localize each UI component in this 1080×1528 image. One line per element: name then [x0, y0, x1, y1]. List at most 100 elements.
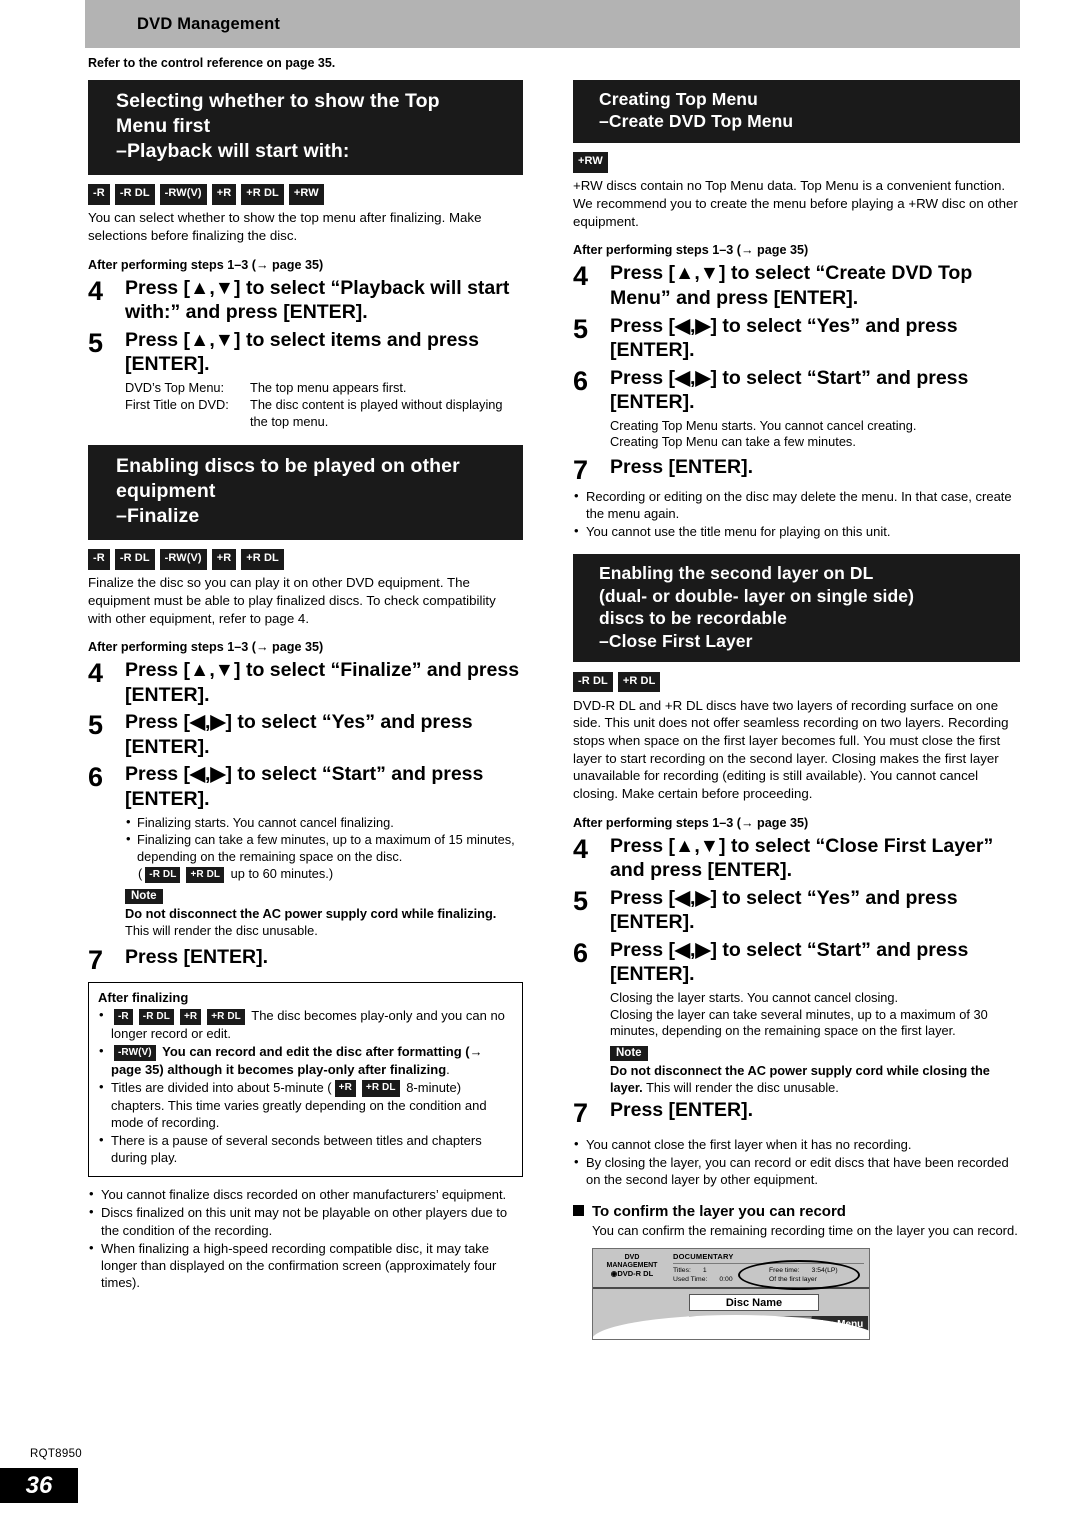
disc-badge-rw-v: -RW(V)	[114, 1044, 156, 1061]
heading-line-2: –Create DVD Top Menu	[599, 111, 794, 132]
step-definitions: DVD’s Top Menu: The top menu appears fir…	[125, 380, 523, 431]
heading-line-3: –Playback will start with:	[116, 139, 350, 162]
step-number: 7	[573, 455, 589, 486]
note-rest-text: This will render the disc unusable.	[642, 1079, 839, 1095]
step-number: 4	[88, 275, 104, 306]
step-item: 5 Press [◀,▶] to select “Yes” and press …	[573, 886, 1020, 935]
osd-mode-line1: DVD	[624, 1253, 640, 1261]
step6-notes: Finalizing starts. You cannot cancel fin…	[125, 814, 523, 940]
step6-sub-line-2: Creating Top Menu can take a few minutes…	[610, 434, 856, 450]
confirm-layer-body: You can confirm the remaining recording …	[592, 1222, 1018, 1238]
osd-title-text: DOCUMENTARY	[673, 1251, 734, 1261]
step-number: 7	[88, 945, 104, 976]
osd-used-time-label: Used Time:	[673, 1275, 708, 1283]
step-number: 4	[88, 658, 104, 689]
heading-line-2: (dual- or double- layer on single side)	[599, 585, 915, 606]
step-item: 4 Press [▲,▼] to select “Create DVD Top …	[573, 261, 1020, 310]
section-heading-close-first-layer: Enabling the second layer on DL (dual- o…	[573, 554, 1020, 663]
section-intro-text: DVD-R DL and +R DL discs have two layers…	[573, 697, 1009, 801]
disc-badge-plus-r-dl: +R DL	[207, 1008, 245, 1025]
bullet-item: You cannot use the title menu for playin…	[573, 522, 1020, 540]
step-text: Press [◀,▶] to select “Yes” and press [E…	[610, 314, 958, 362]
step-text: Press [▲,▼] to select “Playback will sta…	[125, 276, 510, 324]
dl-time-suffix: up to 60 minutes.)	[227, 866, 334, 882]
step-item: 7 Press [ENTER].	[88, 945, 523, 974]
page-number: 36	[0, 1468, 78, 1503]
heading-line-1: Enabling the second layer on DL	[599, 563, 874, 584]
step-number: 5	[573, 885, 589, 916]
left-column: Selecting whether to show the Top Menu f…	[88, 80, 523, 1292]
bullet-item: Finalizing starts. You cannot cancel fin…	[125, 814, 523, 832]
osd-used-time-value: 0:00	[719, 1275, 733, 1283]
bullet-item: Discs finalized on this unit may not be …	[88, 1203, 523, 1238]
step-item: 4 Press [▲,▼] to select “Finalize” and p…	[88, 658, 523, 707]
chapter-header-bar: DVD Management	[85, 0, 1020, 48]
disc-badge-row: -R -R DL -RW(V) +R +R DL	[88, 547, 523, 573]
box-title: After finalizing	[98, 990, 189, 1006]
step-number: 4	[573, 833, 589, 864]
step-text: Press [ENTER].	[610, 456, 754, 479]
subheading-text: To confirm the layer you can record	[592, 1202, 846, 1220]
step-item: 4 Press [▲,▼] to select “Playback will s…	[88, 276, 523, 325]
step-number: 7	[573, 1098, 589, 1129]
osd-disc-name-field[interactable]: Disc Name	[689, 1293, 819, 1311]
dl-time-note: (-R DL +R DL up to 60 minutes.)	[125, 866, 523, 884]
note-tag: Note	[610, 1045, 648, 1061]
step6-notes: Creating Top Menu starts. You cannot can…	[610, 418, 1020, 451]
right-column: Creating Top Menu –Create DVD Top Menu +…	[573, 80, 1020, 1340]
step-item: 7 Press [ENTER].	[573, 455, 1020, 484]
note-tag: Note	[125, 889, 163, 905]
step-text: Press [◀,▶] to select “Yes” and press [E…	[610, 886, 958, 934]
step-number: 5	[88, 710, 104, 741]
osd-disc-type-text: DVD-R DL	[617, 1269, 654, 1279]
after-finalizing-list: -R-R DL+R+R DL The disc becomes play-onl…	[98, 1006, 513, 1166]
list-item: Titles are divided into about 5-minute (…	[98, 1078, 513, 1131]
disc-badge-r-dl: -R DL	[114, 184, 155, 205]
step-item: 5 Press [◀,▶] to select “Yes” and press …	[573, 314, 1020, 363]
heading-line-2: equipment	[116, 479, 216, 502]
after-performing-steps-line: After performing steps 1–3 (→ page 35)	[88, 257, 324, 272]
step6-sub-line-1: Creating Top Menu starts. You cannot can…	[610, 417, 917, 433]
create-menu-tail-bullets: Recording or editing on the disc may del…	[573, 487, 1020, 540]
heading-line-3: –Finalize	[116, 504, 200, 527]
disc-badge-plus-rw: +RW	[573, 152, 608, 173]
note-bold-text: Do not disconnect the AC power supply co…	[125, 906, 497, 922]
step-number: 6	[88, 762, 104, 793]
disc-badge-r-dl: -R DL	[138, 1008, 174, 1025]
disc-badge-rw-v: -RW(V)	[159, 549, 207, 570]
disc-badge-r-dl: -R DL	[573, 671, 613, 693]
after-performing-steps-line: After performing steps 1–3 (→ page 35)	[573, 243, 809, 258]
step6-bullet-list: Finalizing starts. You cannot cancel fin…	[125, 814, 523, 866]
step6-sub-line-1: Closing the layer starts. You cannot can…	[610, 990, 899, 1006]
note-body: Do not disconnect the AC power supply co…	[125, 906, 523, 939]
disc-badge-r-dl: -R DL	[114, 549, 155, 570]
disc-badge-plus-r-dl: +R DL	[241, 184, 284, 205]
heading-line-1: Creating Top Menu	[599, 89, 758, 109]
confirm-layer-subheading: To confirm the layer you can record	[573, 1203, 1020, 1220]
step-text: Press [ENTER].	[125, 946, 269, 969]
callout-ellipse	[738, 1259, 860, 1290]
after-performing-steps-line: After performing steps 1–3 (→ page 35)	[88, 640, 324, 655]
bullet-item: Finalizing can take a few minutes, up to…	[125, 831, 523, 865]
section-heading-create-top-menu: Creating Top Menu –Create DVD Top Menu	[573, 80, 1020, 143]
step-text: Press [◀,▶] to select “Yes” and press [E…	[125, 711, 473, 758]
osd-mode-label: DVD MANAGEMENT ◉DVD-R DL	[593, 1249, 671, 1287]
disc-badge-plus-rw: +RW	[288, 184, 324, 205]
disc-badge-plus-r-dl: +R DL	[361, 1080, 400, 1097]
disc-badge-plus-r: +R	[211, 184, 237, 205]
disc-badge-rw-v: -RW(V)	[159, 184, 207, 205]
step6-notes: Closing the layer starts. You cannot can…	[610, 990, 1020, 1096]
document-code: RQT8950	[30, 1448, 82, 1460]
step-number: 6	[573, 365, 589, 396]
heading-line-1: Selecting whether to show the Top	[116, 90, 440, 112]
section-heading-finalize: Enabling discs to be played on other equ…	[88, 444, 523, 540]
step-item: 5 Press [▲,▼] to select items and press …	[88, 328, 523, 377]
square-bullet-icon	[573, 1204, 584, 1216]
disc-badge-r: -R	[88, 549, 110, 570]
close-layer-tail-bullets: You cannot close the first layer when it…	[573, 1135, 1020, 1188]
step-item: 6 Press [◀,▶] to select “Start” and pres…	[573, 938, 1020, 987]
list-item: -RW(V) You can record and edit the disc …	[98, 1042, 513, 1078]
disc-badge-r: -R	[114, 1008, 133, 1025]
definition-term: DVD’s Top Menu:	[125, 380, 225, 396]
section-intro-text: You can select whether to show the top m…	[88, 210, 482, 244]
